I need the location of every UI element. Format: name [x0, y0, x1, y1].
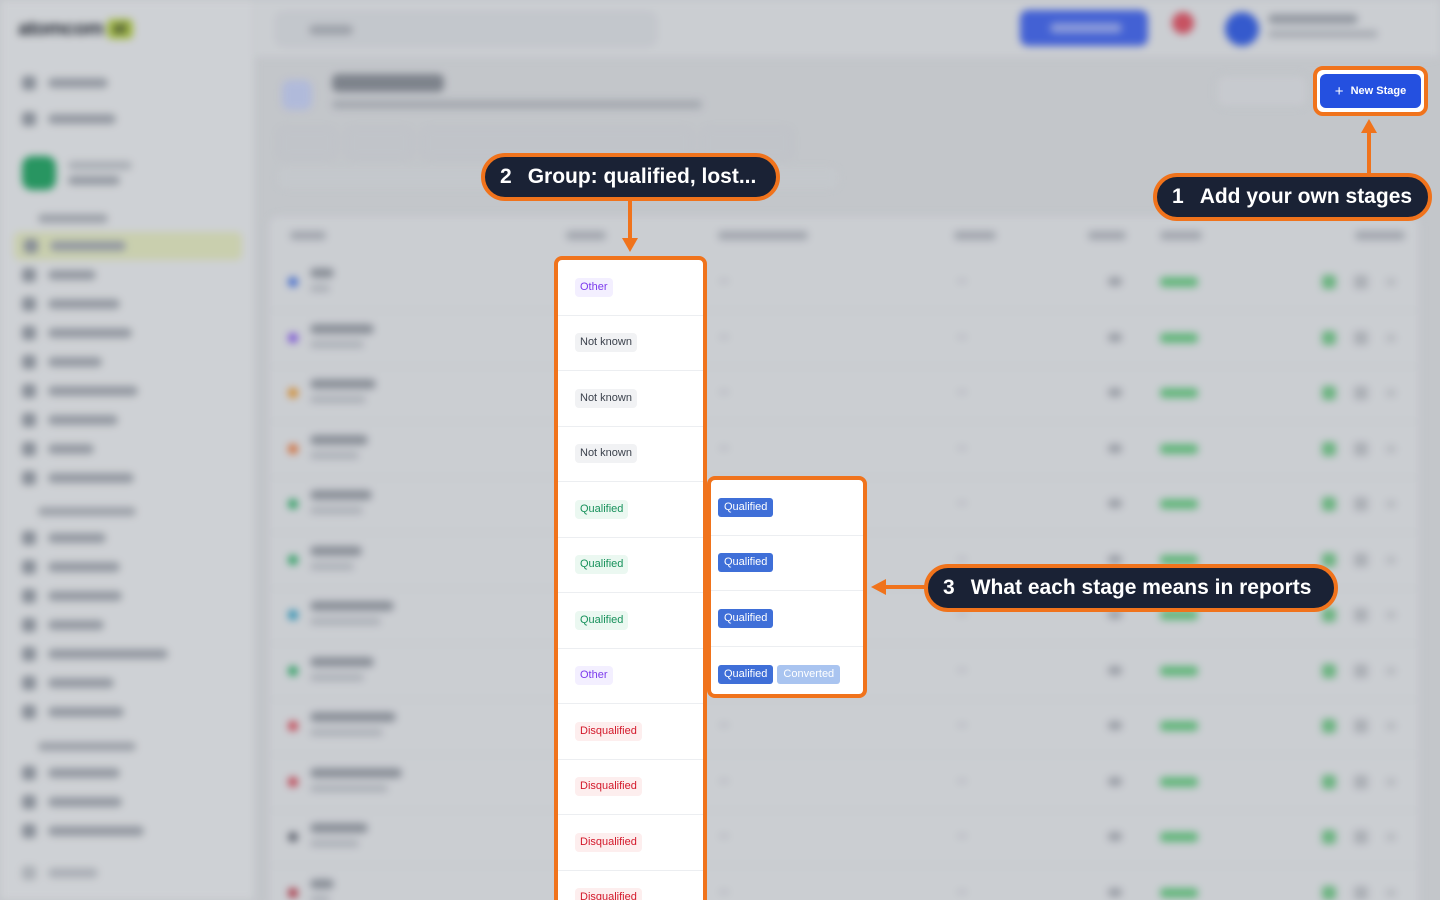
- callout-number: 1: [1172, 185, 1184, 208]
- callout-group-stages: 2 Group: qualified, lost...: [481, 153, 780, 201]
- callout-number: 2: [500, 165, 512, 188]
- callout-arrows: [622, 119, 1377, 595]
- callout-add-stages: 1 Add your own stages: [1153, 173, 1432, 221]
- arrow-3-head: [871, 579, 886, 595]
- arrow-1-head: [1361, 119, 1377, 133]
- callout-text: Add your own stages: [1199, 185, 1413, 208]
- arrow-2-head: [622, 238, 638, 252]
- callout-text: Group: qualified, lost...: [527, 165, 757, 188]
- callout-report-meaning: 3 What each stage means in reports: [924, 564, 1338, 612]
- screen: atomcom ai Other Not known Not known Not…: [0, 0, 1440, 900]
- callout-text: What each stage means in reports: [970, 576, 1312, 599]
- callout-number: 3: [943, 576, 955, 599]
